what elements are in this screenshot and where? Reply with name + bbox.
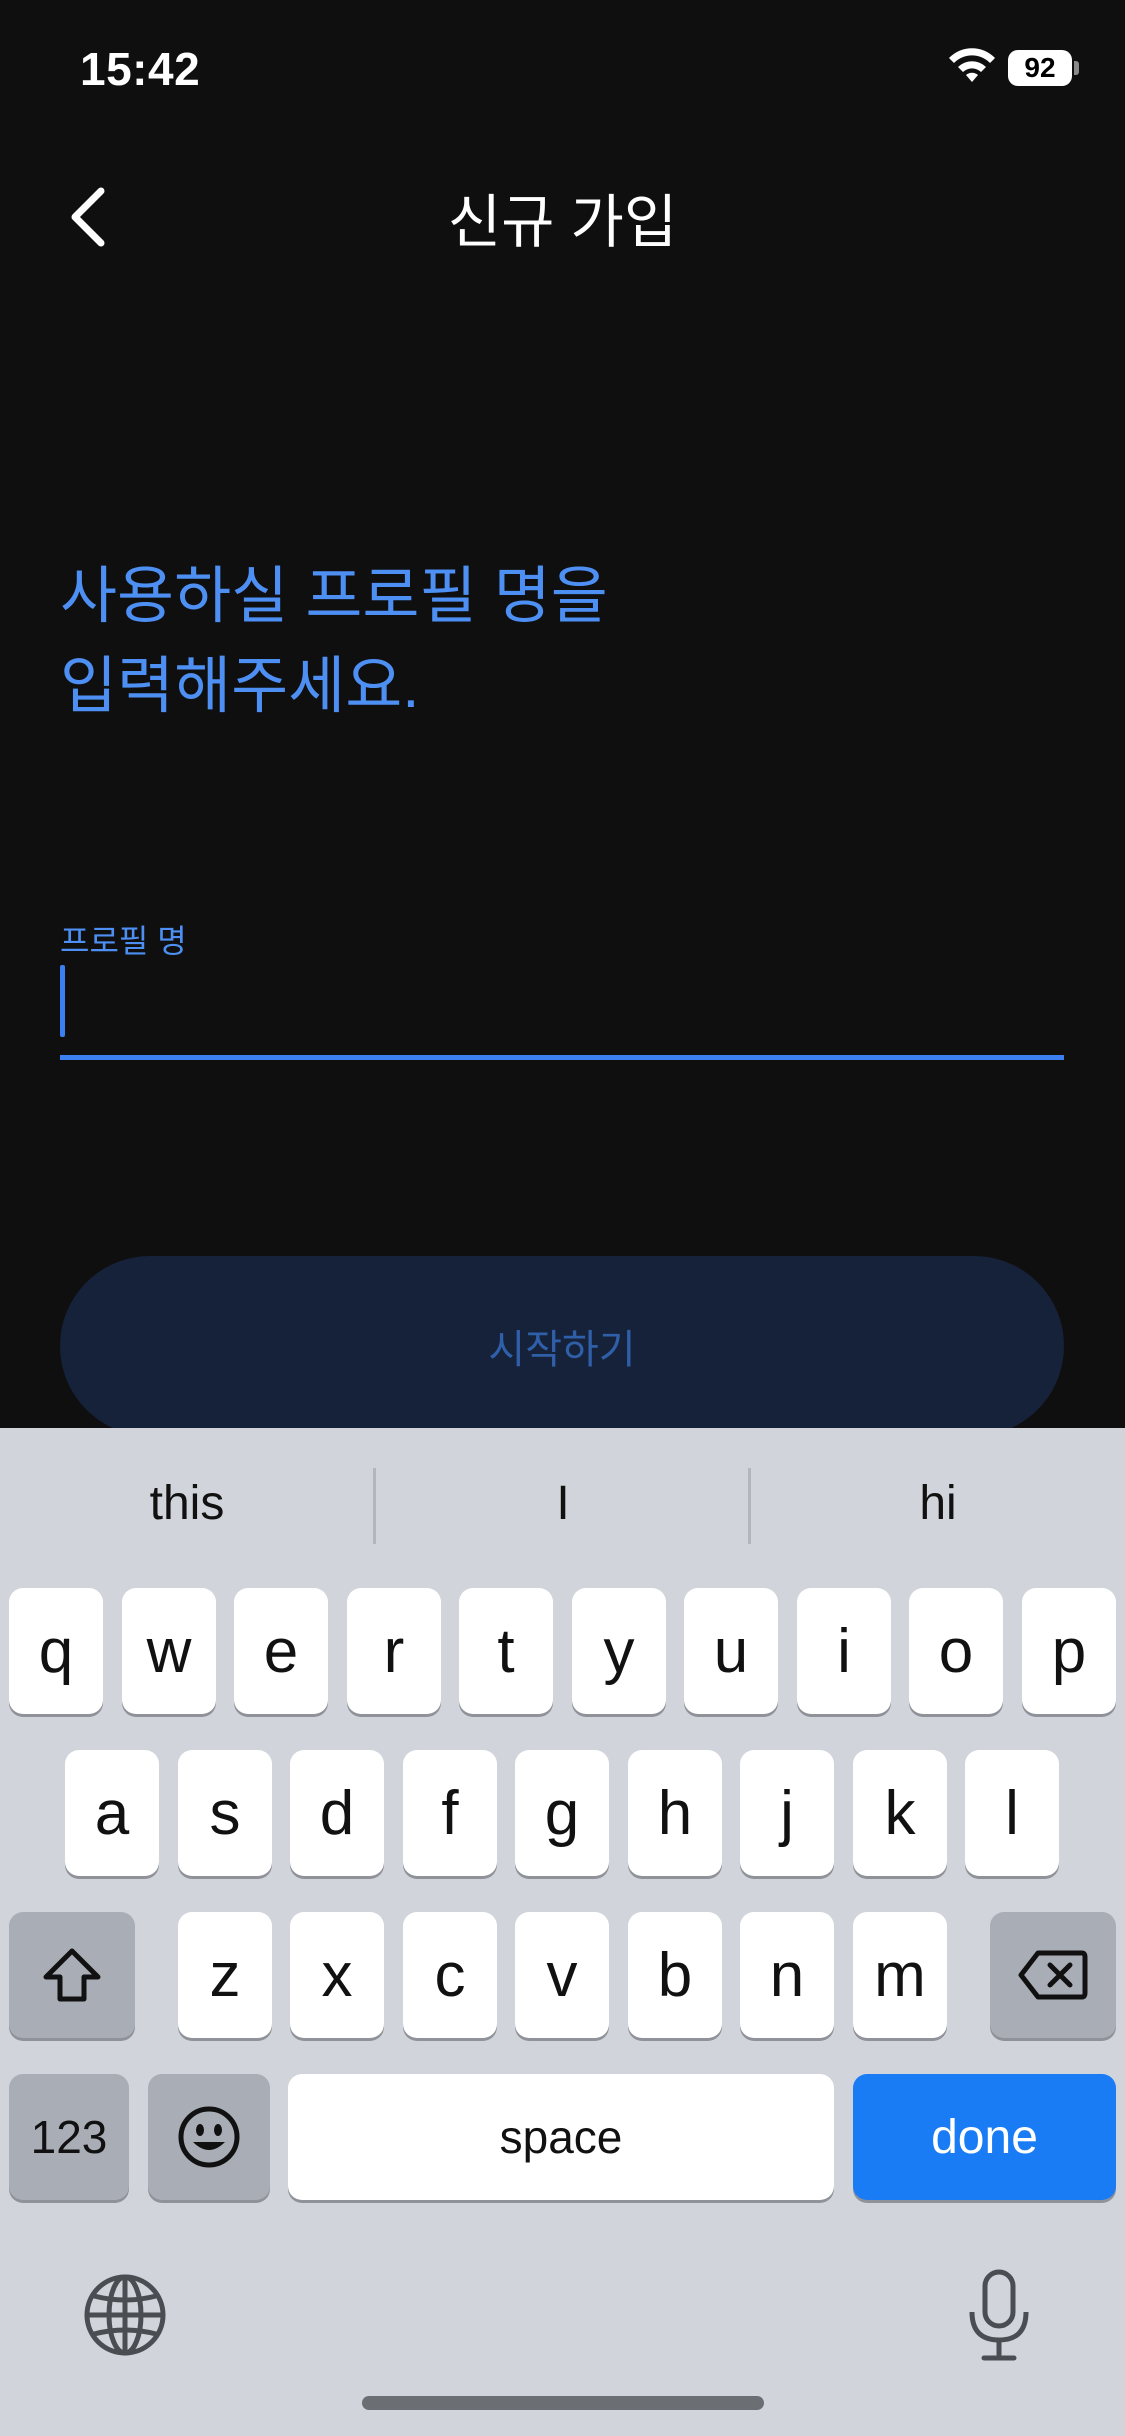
key-w[interactable]: w (122, 1588, 216, 1714)
key-l[interactable]: l (965, 1750, 1059, 1876)
text-caret (60, 965, 65, 1037)
key-x[interactable]: x (290, 1912, 384, 2038)
key-n[interactable]: n (740, 1912, 834, 2038)
suggestion-1[interactable]: this (0, 1428, 374, 1578)
status-bar: 15:42 92 (0, 0, 1125, 140)
key-e[interactable]: e (234, 1588, 328, 1714)
key-s[interactable]: s (178, 1750, 272, 1876)
suggestion-bar: this I hi (0, 1428, 1125, 1578)
key-r[interactable]: r (347, 1588, 441, 1714)
key-c[interactable]: c (403, 1912, 497, 2038)
key-a[interactable]: a (65, 1750, 159, 1876)
numbers-key[interactable]: 123 (9, 2074, 129, 2200)
keyboard: this I hi q w e r t y u i o p a s d f g … (0, 1428, 1125, 2436)
battery-icon: 92 (1008, 50, 1079, 86)
wifi-icon (949, 48, 995, 82)
key-d[interactable]: d (290, 1750, 384, 1876)
emoji-key[interactable] (148, 2074, 270, 2200)
status-time: 15:42 (80, 43, 201, 95)
profile-name-label: 프로필 명 (60, 923, 187, 959)
delete-key[interactable] (990, 1912, 1116, 2038)
key-u[interactable]: u (684, 1588, 778, 1714)
space-key[interactable]: space (288, 2074, 834, 2200)
home-indicator (362, 2396, 764, 2410)
shift-arrow-icon (43, 1948, 101, 2002)
key-o[interactable]: o (909, 1588, 1003, 1714)
instruction-heading: 사용하실 프로필 명을 입력해주세요. (60, 552, 1060, 732)
key-v[interactable]: v (515, 1912, 609, 2038)
key-b[interactable]: b (628, 1912, 722, 2038)
shift-key[interactable] (9, 1912, 135, 2038)
profile-name-input[interactable] (60, 960, 1064, 1060)
page-title: 신규 가입 (447, 190, 678, 255)
suggestion-2[interactable]: I (376, 1428, 750, 1578)
globe-icon[interactable] (82, 2272, 168, 2358)
key-f[interactable]: f (403, 1750, 497, 1876)
key-h[interactable]: h (628, 1750, 722, 1876)
done-key[interactable]: done (853, 2074, 1116, 2200)
key-i[interactable]: i (797, 1588, 891, 1714)
key-z[interactable]: z (178, 1912, 272, 2038)
key-k[interactable]: k (853, 1750, 947, 1876)
key-m[interactable]: m (853, 1912, 947, 2038)
key-j[interactable]: j (740, 1750, 834, 1876)
key-t[interactable]: t (459, 1588, 553, 1714)
key-g[interactable]: g (515, 1750, 609, 1876)
backspace-icon (1018, 1950, 1088, 2000)
emoji-icon (178, 2106, 240, 2168)
start-button[interactable]: 시작하기 (60, 1256, 1064, 1436)
heading-line-1: 사용하실 프로필 명을 (60, 562, 608, 631)
suggestion-3[interactable]: hi (751, 1428, 1125, 1578)
key-y[interactable]: y (572, 1588, 666, 1714)
battery-level: 92 (1008, 50, 1072, 86)
microphone-icon[interactable] (964, 2268, 1034, 2364)
heading-line-2: 입력해주세요. (60, 652, 420, 721)
key-p[interactable]: p (1022, 1588, 1116, 1714)
key-q[interactable]: q (9, 1588, 103, 1714)
